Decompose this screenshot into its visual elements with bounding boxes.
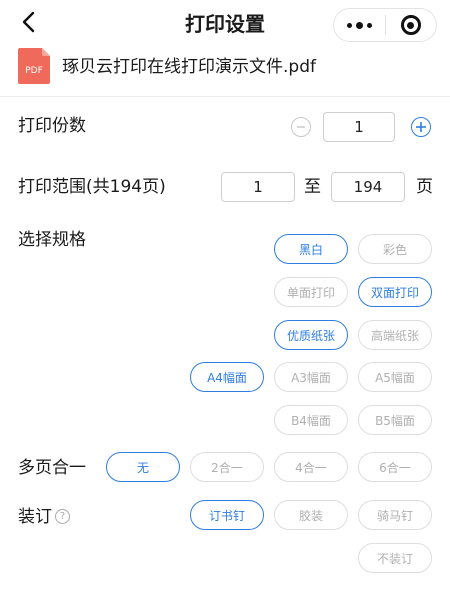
plus-circle-icon <box>416 122 426 132</box>
minus-circle-icon <box>297 126 305 128</box>
option-size-a3[interactable]: A3幅面 <box>274 362 348 392</box>
option-multipage-2in1[interactable]: 2合一 <box>190 452 264 482</box>
option-quality-paper[interactable]: 优质纸张 <box>274 320 348 350</box>
file-name: 琢贝云打印在线打印演示文件.pdf <box>62 57 316 77</box>
option-size-b4[interactable]: B4幅面 <box>274 405 348 435</box>
option-multipage-none[interactable]: 无 <box>106 452 180 482</box>
option-color[interactable]: 彩色 <box>358 234 432 264</box>
option-binding-stapler[interactable]: 订书钉 <box>190 500 264 530</box>
option-single-sided[interactable]: 单面打印 <box>274 277 348 307</box>
option-multipage-4in1[interactable]: 4合一 <box>274 452 348 482</box>
range-to-label: 至 <box>304 177 321 197</box>
increase-copies-button[interactable] <box>411 117 431 137</box>
range-unit: 页 <box>416 177 433 197</box>
range-from-input[interactable] <box>221 172 295 202</box>
close-button[interactable] <box>386 9 437 41</box>
mini-program-capsule <box>333 8 437 42</box>
option-size-a5[interactable]: A5幅面 <box>358 362 432 392</box>
option-premium-paper[interactable]: 高端纸张 <box>358 320 432 350</box>
pdf-icon-label: PDF <box>25 66 43 76</box>
copies-label: 打印份数 <box>18 116 86 136</box>
spec-label: 选择规格 <box>18 230 86 250</box>
range-label: 打印范围(共194页) <box>18 177 166 197</box>
target-close-icon <box>400 15 421 35</box>
divider <box>0 96 450 97</box>
option-multipage-6in1[interactable]: 6合一 <box>358 452 432 482</box>
decrease-copies-button[interactable] <box>291 117 311 137</box>
back-arrow-icon[interactable] <box>18 10 42 34</box>
option-binding-saddle-stitch[interactable]: 骑马钉 <box>358 500 432 530</box>
pdf-file-icon: PDF <box>18 48 50 84</box>
more-button[interactable] <box>334 9 385 41</box>
option-double-sided[interactable]: 双面打印 <box>358 277 432 307</box>
option-size-b5[interactable]: B5幅面 <box>358 405 432 435</box>
range-to-input[interactable] <box>331 172 405 202</box>
multipage-label: 多页合一 <box>18 458 86 478</box>
binding-label: 装订 <box>18 507 52 527</box>
option-black-white[interactable]: 黑白 <box>274 234 348 264</box>
copies-input[interactable] <box>323 112 395 142</box>
question-icon[interactable]: ? <box>55 509 70 524</box>
more-dots-icon <box>346 22 352 28</box>
option-binding-glue[interactable]: 胶装 <box>274 500 348 530</box>
option-binding-none[interactable]: 不装订 <box>358 543 432 573</box>
option-size-a4[interactable]: A4幅面 <box>190 362 264 392</box>
